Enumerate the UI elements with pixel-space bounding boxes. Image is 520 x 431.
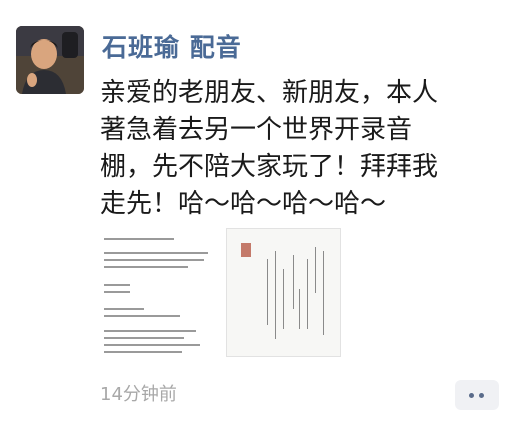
post-timestamp: 14分钟前 — [100, 384, 177, 405]
avatar[interactable] — [16, 26, 84, 94]
more-dots-icon — [479, 393, 484, 398]
post-text-line: 走先！哈～哈～哈～哈～ — [100, 189, 387, 219]
post-text: 亲爱的老朋友、新朋友，本人 著急着去另一个世界开录音 棚，先不陪大家玩了！拜拜我… — [100, 75, 512, 223]
author-name[interactable]: 石班瑜 配音 — [102, 28, 242, 64]
post-text-line: 著急着去另一个世界开录音 — [100, 115, 413, 145]
post-image-obituary[interactable] — [226, 228, 341, 357]
post-text-line: 亲爱的老朋友、新朋友，本人 — [100, 78, 439, 108]
moments-post: 石班瑜 配音 亲爱的老朋友、新朋友，本人 著急着去另一个世界开录音 棚，先不陪大… — [0, 0, 520, 431]
post-image-notice[interactable] — [100, 228, 213, 355]
more-dots-icon — [469, 393, 474, 398]
post-text-line: 棚，先不陪大家玩了！拜拜我 — [100, 152, 439, 182]
more-actions-button[interactable] — [455, 380, 499, 410]
